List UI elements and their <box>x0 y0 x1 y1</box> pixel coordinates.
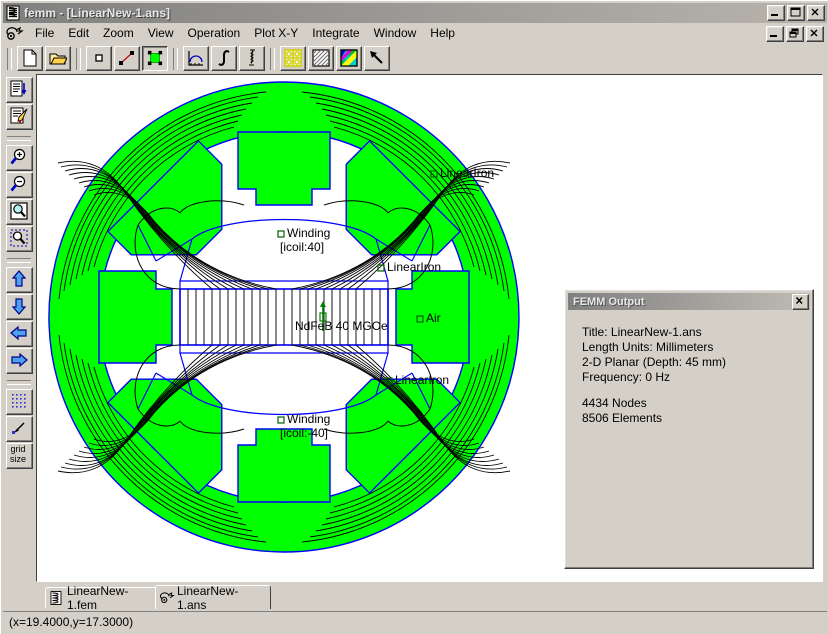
pan-right-button[interactable] <box>5 348 33 374</box>
femm-application-window: femm - [LinearNew-1.ans] File Edit Zoom … <box>0 0 828 634</box>
label-winding-bottom-line1: Winding <box>287 412 330 426</box>
output-line-problem-type: 2-D Planar (Depth: 45 mm) <box>582 355 727 369</box>
femm-output-panel: FEMM Output Title: LinearNew-1.ans Lengt… <box>564 289 814 569</box>
contour-plot-button[interactable] <box>336 46 362 71</box>
menu-zoom[interactable]: Zoom <box>96 25 141 42</box>
block-integral-button[interactable] <box>239 46 265 71</box>
caption-buttons <box>767 5 827 21</box>
output-line-title: Title: LinearNew-1.ans <box>582 325 702 339</box>
title-bar: femm - [LinearNew-1.ans] <box>3 3 827 23</box>
femm-output-body: Title: LinearNew-1.ans Length Units: Mil… <box>568 313 810 565</box>
femm-postprocessor-icon <box>6 26 24 42</box>
show-grid-button[interactable] <box>5 389 33 415</box>
output-line-nodes: 4434 Nodes <box>582 396 647 410</box>
label-linear-iron-2: LinearIron <box>387 260 441 274</box>
left-toolbar: grid size <box>3 74 35 582</box>
output-line-elements: 8506 Elements <box>582 411 663 425</box>
mdi-close-button[interactable] <box>806 25 824 42</box>
label-linear-iron-1: LinearIron <box>440 166 494 180</box>
vector-plot-button[interactable] <box>364 46 390 71</box>
status-bar: (x=19.4000,y=17.3000) <box>3 611 827 632</box>
femm-icon <box>5 5 21 21</box>
mdi-minimize-button[interactable] <box>766 25 784 42</box>
toolbar-separator <box>7 47 12 70</box>
toolbar-separator <box>7 136 31 141</box>
menu-edit[interactable]: Edit <box>61 25 96 42</box>
zoom-natural-button[interactable] <box>5 199 33 225</box>
density-plot-button[interactable] <box>308 46 334 71</box>
toolbar-separator <box>7 258 31 263</box>
toolbar-separator <box>76 47 81 70</box>
tab-linearnew-ans[interactable]: LinearNew-1.ans <box>155 583 271 612</box>
tab-label-ans: LinearNew-1.ans <box>177 583 239 612</box>
grid-size-button[interactable]: grid size <box>5 443 33 469</box>
menu-window[interactable]: Window <box>367 25 424 42</box>
close-button[interactable] <box>807 5 825 21</box>
cursor-coordinates: (x=19.4000,y=17.3000) <box>9 615 134 629</box>
femm-preprocessor-icon <box>50 591 63 605</box>
femm-postprocessor-icon <box>160 591 175 605</box>
femm-output-title: FEMM Output <box>573 295 645 308</box>
open-document-button[interactable] <box>45 46 71 71</box>
label-linear-iron-3: LinearIron <box>395 373 449 387</box>
zoom-in-button[interactable] <box>5 145 33 171</box>
pan-up-button[interactable] <box>5 267 33 293</box>
output-line-units: Length Units: Millimeters <box>582 340 714 354</box>
label-air: Air <box>426 311 441 325</box>
machine-geometry <box>48 81 520 553</box>
menu-bar: File Edit Zoom View Operation Plot X-Y I… <box>3 24 827 43</box>
menu-help[interactable]: Help <box>423 25 462 42</box>
block-select-button[interactable] <box>142 46 168 71</box>
femm-output-close-button[interactable] <box>792 293 809 310</box>
label-magnet: NdFeB 40 MGOe <box>295 319 388 333</box>
tab-label-fem: LinearNew-1.fem <box>67 584 129 612</box>
main-toolbar <box>3 44 827 73</box>
grid-size-label-line2: size <box>9 454 26 464</box>
menu-integrate[interactable]: Integrate <box>305 25 366 42</box>
window-title: femm - [LinearNew-1.ans] <box>24 6 171 20</box>
tab-linearnew-fem[interactable]: LinearNew-1.fem <box>45 584 157 612</box>
xy-plot-button[interactable] <box>183 46 209 71</box>
mdi-restore-button[interactable] <box>786 25 804 42</box>
pan-left-button[interactable] <box>5 321 33 347</box>
new-document-button[interactable] <box>17 46 43 71</box>
mdi-caption-buttons <box>766 25 827 42</box>
line-select-button[interactable] <box>114 46 140 71</box>
document-tab-strip: LinearNew-1.fem LinearNew-1.ans <box>3 583 827 612</box>
menu-operation[interactable]: Operation <box>181 25 248 42</box>
annotate-button[interactable] <box>5 104 33 130</box>
toolbar-separator <box>173 47 178 70</box>
point-select-button[interactable] <box>86 46 112 71</box>
toolbar-separator <box>270 47 275 70</box>
line-integral-button[interactable] <box>211 46 237 71</box>
menu-view[interactable]: View <box>141 25 181 42</box>
minimize-button[interactable] <box>767 5 785 21</box>
maximize-button[interactable] <box>787 5 805 21</box>
grid-size-label-line1: grid <box>10 444 26 454</box>
label-winding-top-line1: Winding <box>287 226 330 240</box>
snap-to-grid-button[interactable] <box>5 416 33 442</box>
page-down-button[interactable] <box>5 77 33 103</box>
femm-output-title-bar: FEMM Output <box>568 293 810 310</box>
zoom-out-button[interactable] <box>5 172 33 198</box>
toolbar-separator <box>7 380 31 385</box>
output-spacer <box>582 385 810 396</box>
menu-file[interactable]: File <box>28 25 61 42</box>
menu-plot-xy[interactable]: Plot X-Y <box>247 25 305 42</box>
mesh-grid-button[interactable] <box>280 46 306 71</box>
pan-down-button[interactable] <box>5 294 33 320</box>
label-winding-top-line2: [icoil:40] <box>280 240 324 254</box>
label-winding-bottom-line2: [icoil:-40] <box>280 426 328 440</box>
output-line-frequency: Frequency: 0 Hz <box>582 370 671 384</box>
zoom-window-button[interactable] <box>5 226 33 252</box>
